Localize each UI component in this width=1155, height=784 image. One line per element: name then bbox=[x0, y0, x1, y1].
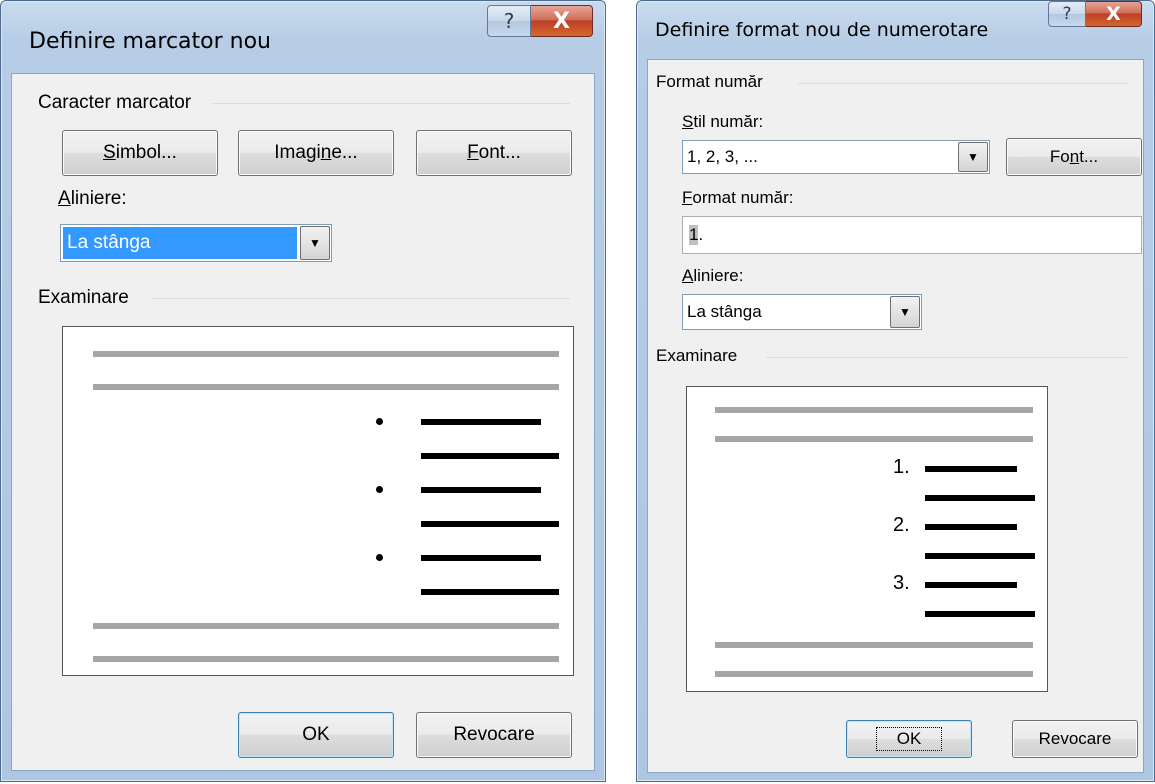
alignment-label: Aliniere: bbox=[58, 188, 127, 209]
preview-line bbox=[421, 487, 541, 493]
number-style-dropdown[interactable]: 1, 2, 3, ... ▼ bbox=[682, 140, 990, 174]
ok-button-label: OK bbox=[875, 727, 943, 751]
number-format-input[interactable]: 1. bbox=[682, 216, 1142, 254]
preview-line bbox=[715, 642, 1033, 648]
preview-line bbox=[925, 553, 1035, 559]
close-icon: X bbox=[1106, 3, 1121, 25]
group-divider bbox=[766, 357, 1129, 358]
symbol-button-label: Simbol... bbox=[103, 142, 177, 163]
preview-line bbox=[93, 656, 559, 662]
help-icon: ? bbox=[1062, 4, 1072, 24]
preview-number: 1. bbox=[893, 456, 910, 478]
help-button[interactable]: ? bbox=[487, 5, 531, 37]
dropdown-arrow-icon[interactable]: ▼ bbox=[958, 142, 988, 172]
bullet-mark bbox=[376, 554, 383, 561]
font-button[interactable]: Font... bbox=[1006, 138, 1142, 176]
preview-line bbox=[715, 436, 1033, 442]
alignment-selected-value: La stânga bbox=[63, 227, 297, 259]
alignment-value: La stânga bbox=[687, 302, 762, 321]
alignment-dropdown[interactable]: La stânga ▼ bbox=[682, 294, 922, 330]
image-button-label: Imagine... bbox=[274, 142, 358, 163]
title-bar[interactable]: Definire marcator nou ? X bbox=[1, 1, 605, 71]
dialog-title: Definire format nou de numerotare bbox=[655, 19, 989, 41]
ok-button[interactable]: OK bbox=[846, 720, 972, 758]
preview-line bbox=[421, 419, 541, 425]
number-style-label: Stil număr: bbox=[682, 112, 764, 131]
preview-line bbox=[421, 521, 559, 527]
number-format-field-code: 1 bbox=[689, 225, 699, 245]
image-button[interactable]: Imagine... bbox=[238, 130, 394, 176]
number-style-value: 1, 2, 3, ... bbox=[687, 147, 758, 166]
numbering-preview: 1. 2. 3. bbox=[686, 386, 1048, 692]
ok-button[interactable]: OK bbox=[238, 712, 394, 758]
group-bullet-character: Caracter marcator bbox=[38, 92, 200, 114]
dropdown-arrow-icon[interactable]: ▼ bbox=[890, 296, 920, 328]
bullet-mark bbox=[376, 486, 383, 493]
preview-line bbox=[715, 671, 1033, 677]
preview-line bbox=[715, 407, 1033, 413]
close-icon: X bbox=[553, 8, 570, 34]
group-divider bbox=[152, 298, 570, 299]
preview-number: 3. bbox=[893, 572, 910, 594]
dropdown-arrow-icon[interactable]: ▼ bbox=[300, 226, 330, 260]
bullet-mark bbox=[376, 418, 383, 425]
cancel-button[interactable]: Revocare bbox=[1012, 720, 1138, 758]
help-icon: ? bbox=[503, 9, 515, 33]
cancel-button-label: Revocare bbox=[453, 724, 535, 745]
dialog-body: Format număr Stil număr: 1, 2, 3, ... ▼ … bbox=[647, 59, 1144, 773]
preview-line bbox=[925, 524, 1017, 530]
preview-number: 2. bbox=[893, 514, 910, 536]
preview-line bbox=[925, 611, 1035, 617]
alignment-label: Aliniere: bbox=[682, 266, 744, 285]
preview-line bbox=[93, 351, 559, 357]
group-divider bbox=[798, 83, 1129, 84]
preview-line bbox=[421, 555, 541, 561]
font-button[interactable]: Font... bbox=[416, 130, 572, 176]
bullet-preview bbox=[62, 326, 574, 676]
group-preview: Examinare bbox=[38, 287, 137, 309]
cancel-button[interactable]: Revocare bbox=[416, 712, 572, 758]
preview-line bbox=[925, 582, 1017, 588]
preview-line bbox=[925, 466, 1017, 472]
preview-line bbox=[421, 453, 559, 459]
preview-line bbox=[421, 589, 559, 595]
group-divider bbox=[212, 103, 570, 104]
dialog-title: Definire marcator nou bbox=[29, 29, 271, 54]
alignment-dropdown[interactable]: La stânga ▼ bbox=[60, 224, 332, 262]
font-button-label: Font... bbox=[467, 142, 521, 163]
preview-line bbox=[925, 495, 1035, 501]
group-preview: Examinare bbox=[656, 346, 746, 366]
help-button[interactable]: ? bbox=[1048, 1, 1086, 27]
bullet-dialog: Definire marcator nou ? X Caracter marca… bbox=[0, 0, 606, 782]
title-buttons: ? X bbox=[1048, 1, 1142, 27]
numbering-dialog: Definire format nou de numerotare ? X Fo… bbox=[636, 0, 1155, 782]
dialog-body: Caracter marcator Simbol... Imagine... F… bbox=[11, 73, 595, 771]
close-button[interactable]: X bbox=[531, 5, 593, 37]
cancel-button-label: Revocare bbox=[1038, 729, 1112, 748]
font-button-label: Font... bbox=[1049, 147, 1099, 166]
ok-button-label: OK bbox=[302, 724, 330, 745]
group-number-format: Format număr bbox=[656, 72, 771, 92]
title-buttons: ? X bbox=[487, 5, 593, 37]
number-format-literal: . bbox=[698, 225, 704, 244]
symbol-button[interactable]: Simbol... bbox=[62, 130, 218, 176]
preview-line bbox=[93, 384, 559, 390]
preview-line bbox=[93, 623, 559, 629]
close-button[interactable]: X bbox=[1086, 1, 1142, 27]
number-format-label: Format număr: bbox=[682, 188, 794, 207]
